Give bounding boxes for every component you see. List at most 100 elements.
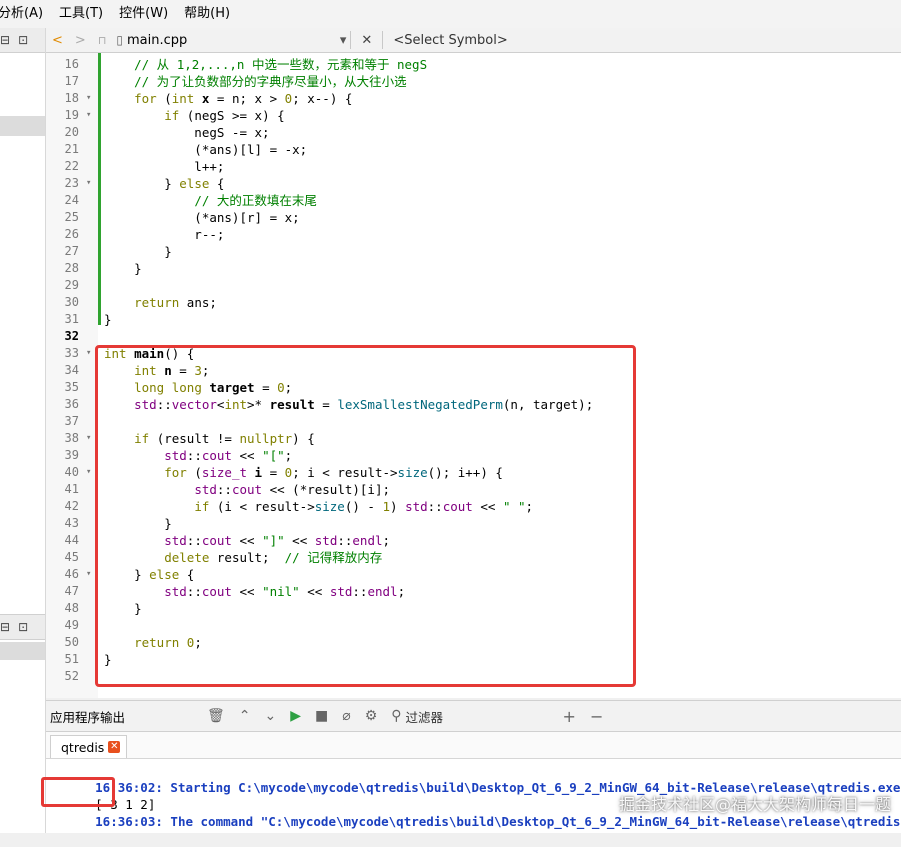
code-line[interactable]: 50 return 0; xyxy=(46,634,901,651)
code-text: std::cout << "nil" << std::endl; xyxy=(164,584,406,599)
menu-tools[interactable]: 工具(T) xyxy=(51,0,111,28)
code-text: } else { xyxy=(104,176,225,191)
chevron-down-icon[interactable]: ▾ xyxy=(340,33,347,48)
code-text: return 0; xyxy=(134,635,202,650)
clear-icon[interactable]: 🗑 xyxy=(200,708,232,724)
line-number: 42 xyxy=(64,499,79,513)
lock-icon[interactable]: ⊓ xyxy=(92,34,113,47)
code-line[interactable]: 49 xyxy=(46,617,901,634)
menu-help[interactable]: 帮助(H) xyxy=(176,0,238,28)
code-line[interactable]: 20 negS -= x; xyxy=(46,124,901,141)
code-line[interactable]: 51} xyxy=(46,651,901,668)
code-line[interactable]: 17 // 为了让负数部分的字典序尽量小，从大往小选 xyxy=(46,73,901,90)
chevron-down-icon[interactable]: ⌄ xyxy=(258,708,284,724)
code-line[interactable]: 48 } xyxy=(46,600,901,617)
forward-arrow-icon[interactable]: > xyxy=(69,33,92,48)
file-selector[interactable]: ▯ main.cpp ▾ xyxy=(116,30,346,50)
fold-toggle-icon[interactable]: ▾ xyxy=(86,430,91,447)
code-line[interactable]: 30 return ans; xyxy=(46,294,901,311)
tab-label: qtredis xyxy=(61,739,105,755)
code-line[interactable]: 47 std::cout << "nil" << std::endl; xyxy=(46,583,901,600)
fold-toggle-icon[interactable]: ▾ xyxy=(86,107,91,124)
line-number: 19 xyxy=(64,108,79,122)
stop-icon[interactable]: ■ xyxy=(308,708,335,724)
run-icon[interactable]: ▶ xyxy=(283,708,308,724)
line-number: 32 xyxy=(64,329,79,343)
fold-toggle-icon[interactable]: ▾ xyxy=(86,345,91,362)
code-line[interactable]: 42 if (i < result->size() - 1) std::cout… xyxy=(46,498,901,515)
code-line[interactable]: 37 xyxy=(46,413,901,430)
fold-toggle-icon[interactable]: ▾ xyxy=(86,464,91,481)
line-number: 43 xyxy=(64,516,79,530)
attach-icon[interactable]: ⌀ xyxy=(335,708,357,724)
tab-qtredis[interactable]: qtredis ✕ xyxy=(50,735,128,758)
code-text: // 大的正数填在末尾 xyxy=(194,193,317,208)
collapse-icon[interactable]: ⊡ xyxy=(18,33,28,47)
code-text: int main() { xyxy=(104,346,195,361)
code-editor[interactable]: 16 // 从 1,2,...,n 中选一些数，元素和等于 negS 17 // … xyxy=(46,53,901,698)
code-line[interactable]: 38 ▾ if (result != nullptr) { xyxy=(46,430,901,447)
collapse-icon[interactable]: ⊡ xyxy=(18,620,28,634)
code-line[interactable]: 29 xyxy=(46,277,901,294)
fold-toggle-icon[interactable]: ▾ xyxy=(86,566,91,583)
code-line[interactable]: 24 // 大的正数填在末尾 xyxy=(46,192,901,209)
code-line[interactable]: 18 ▾ for (int x = n; x > 0; x--) { xyxy=(46,90,901,107)
code-line[interactable]: 43 } xyxy=(46,515,901,532)
filter-input[interactable]: 过滤器 xyxy=(404,707,556,726)
split-icon[interactable]: ⊟ xyxy=(0,33,10,47)
code-line[interactable]: 35 long long target = 0; xyxy=(46,379,901,396)
code-line[interactable]: 27 } xyxy=(46,243,901,260)
code-line[interactable]: 31} xyxy=(46,311,901,328)
fold-toggle-icon[interactable]: ▾ xyxy=(86,90,91,107)
code-line[interactable]: 19 ▾ if (negS >= x) { xyxy=(46,107,901,124)
line-number: 21 xyxy=(64,142,79,156)
file-icon: ▯ xyxy=(116,33,124,47)
fold-toggle-icon[interactable]: ▾ xyxy=(86,175,91,192)
code-line[interactable]: 45 delete result; // 记得释放内存 xyxy=(46,549,901,566)
code-text: if (i < result->size() - 1) std::cout <<… xyxy=(194,499,534,514)
code-line[interactable]: 39 std::cout << "["; xyxy=(46,447,901,464)
code-line[interactable]: 22 l++; xyxy=(46,158,901,175)
code-line[interactable]: 21 (*ans)[l] = -x; xyxy=(46,141,901,158)
code-line[interactable]: 33 ▾ int main() { xyxy=(46,345,901,362)
line-number: 20 xyxy=(64,125,79,139)
back-arrow-icon[interactable]: < xyxy=(46,33,69,48)
output-title: 应用程序输出 xyxy=(50,709,126,725)
output-tabs: qtredis ✕ xyxy=(46,732,901,759)
code-text: } xyxy=(104,652,112,667)
code-text: negS -= x; xyxy=(104,125,270,140)
symbol-selector[interactable]: <Select Symbol> xyxy=(387,33,507,48)
code-line[interactable]: 44 std::cout << "]" << std::endl; xyxy=(46,532,901,549)
close-icon[interactable]: ✕ xyxy=(108,741,121,753)
left-pane-selected-row-lower[interactable] xyxy=(0,642,45,660)
code-line[interactable]: 34 int n = 3; xyxy=(46,362,901,379)
split-icon[interactable]: ⊟ xyxy=(0,620,10,634)
code-line[interactable]: 32 xyxy=(46,328,901,345)
code-line[interactable]: 46 ▾ } else { xyxy=(46,566,901,583)
add-button[interactable]: + xyxy=(556,707,583,726)
chevron-up-icon[interactable]: ⌃ xyxy=(232,708,258,724)
code-text: l++; xyxy=(104,159,225,174)
menu-widgets[interactable]: 控件(W) xyxy=(111,0,176,28)
code-line[interactable]: 36 std::vector<int>* result = lexSmalles… xyxy=(46,396,901,413)
line-number: 36 xyxy=(64,397,79,411)
code-text: return ans; xyxy=(134,295,217,310)
menu-bar: 分析(A) 工具(T) 控件(W) 帮助(H) xyxy=(0,0,901,28)
code-line[interactable]: 23 ▾ } else { xyxy=(46,175,901,192)
close-icon[interactable]: ✕ xyxy=(355,33,378,48)
line-number: 22 xyxy=(64,159,79,173)
code-line[interactable]: 41 std::cout << (*result)[i]; xyxy=(46,481,901,498)
remove-button[interactable]: − xyxy=(583,707,610,726)
line-number: 31 xyxy=(64,312,79,326)
code-line[interactable]: 25 (*ans)[r] = x; xyxy=(46,209,901,226)
code-line[interactable]: 28 } xyxy=(46,260,901,277)
code-line[interactable]: 26 r--; xyxy=(46,226,901,243)
code-line[interactable]: 40 ▾ for (size_t i = 0; i < result->size(… xyxy=(46,464,901,481)
gear-icon[interactable]: ⚙ xyxy=(358,708,385,724)
menu-analyze[interactable]: 分析(A) xyxy=(0,0,51,28)
line-number: 28 xyxy=(64,261,79,275)
left-pane-selected-row[interactable] xyxy=(0,116,45,136)
code-line[interactable]: 52 xyxy=(46,668,901,685)
code-line[interactable]: 16 // 从 1,2,...,n 中选一些数，元素和等于 negS xyxy=(46,56,901,73)
line-number: 23 xyxy=(64,176,79,190)
